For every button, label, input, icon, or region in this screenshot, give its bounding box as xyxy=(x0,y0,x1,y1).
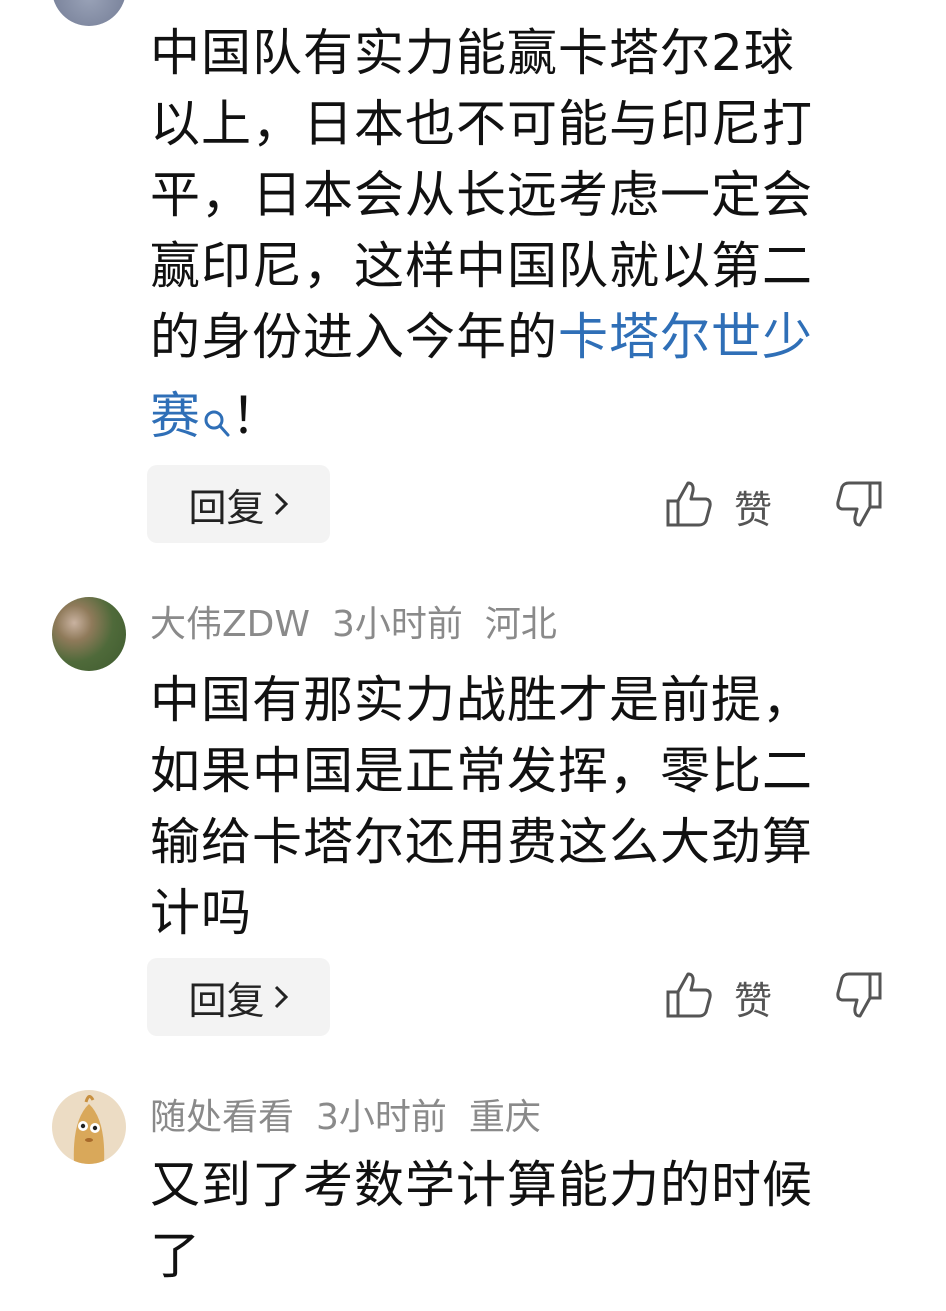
body-line: 赢印尼，这样中国队就以第二 xyxy=(150,237,813,295)
location: 重庆 xyxy=(468,1097,541,1138)
body-line: 以上，日本也不可能与印尼打 xyxy=(150,95,813,153)
reply-button[interactable]: 回复 xyxy=(147,465,330,543)
search-icon[interactable] xyxy=(203,387,231,458)
avatar[interactable] xyxy=(52,0,126,26)
like-label: 赞 xyxy=(734,978,773,1023)
reply-label: 回复 xyxy=(188,978,265,1023)
topic-link-cont[interactable]: 赛 xyxy=(150,387,201,445)
avatar[interactable] xyxy=(52,597,126,671)
reply-label: 回复 xyxy=(188,485,265,530)
body-line: 平，日本会从长远考虑一定会 xyxy=(150,166,813,224)
comment-body: 中国队有实力能赢卡塔尔2球 以上，日本也不可能与印尼打 平，日本会从长远考虑一定… xyxy=(150,18,890,458)
comment-body: 又到了考数学计算能力的时候 了 xyxy=(150,1150,890,1292)
thumbs-up-icon xyxy=(664,970,714,1024)
location: 河北 xyxy=(484,604,557,645)
body-line: 输给卡塔尔还用费这么大劲算 xyxy=(150,813,813,871)
body-line: 赛！ xyxy=(150,381,890,458)
body-line: 又到了考数学计算能力的时候 xyxy=(150,1156,813,1214)
thumbs-down-icon xyxy=(834,479,884,533)
timestamp: 3小时前 xyxy=(316,1097,447,1138)
reply-button[interactable]: 回复 xyxy=(147,958,330,1036)
thumbs-up-icon xyxy=(664,479,714,533)
body-line: 如果中国是正常发挥，零比二 xyxy=(150,742,813,800)
chevron-right-icon xyxy=(273,482,289,526)
body-line: 中国有那实力战胜才是前提， xyxy=(150,671,813,729)
dislike-button[interactable] xyxy=(834,969,886,1025)
comment-body: 中国有那实力战胜才是前提， 如果中国是正常发挥，零比二 输给卡塔尔还用费这么大劲… xyxy=(150,665,890,949)
avatar-illustration xyxy=(73,1095,105,1164)
body-line: 中国队有实力能赢卡塔尔2球 xyxy=(150,24,795,82)
body-line: 了 xyxy=(150,1227,201,1285)
chevron-right-icon xyxy=(273,975,289,1019)
body-text: ！ xyxy=(231,387,282,445)
thumbs-down-icon xyxy=(834,970,884,1024)
dislike-button[interactable] xyxy=(834,478,886,534)
like-button[interactable]: 赞 xyxy=(664,969,772,1025)
like-label: 赞 xyxy=(734,487,773,532)
avatar[interactable] xyxy=(52,1090,126,1164)
like-button[interactable]: 赞 xyxy=(664,478,772,534)
username[interactable]: 大伟ZDW xyxy=(150,604,310,645)
timestamp: 3小时前 xyxy=(331,604,463,645)
body-text: 的身份进入今年的 xyxy=(150,308,558,366)
topic-link[interactable]: 卡塔尔世少 xyxy=(558,308,813,366)
body-line: 的身份进入今年的卡塔尔世少 xyxy=(150,302,890,373)
body-line: 计吗 xyxy=(150,884,252,942)
comment-meta: 大伟ZDW 3小时前 河北 xyxy=(150,601,579,649)
comment-meta: 随处看看 3小时前 重庆 xyxy=(150,1094,563,1142)
username[interactable]: 随处看看 xyxy=(150,1097,294,1138)
